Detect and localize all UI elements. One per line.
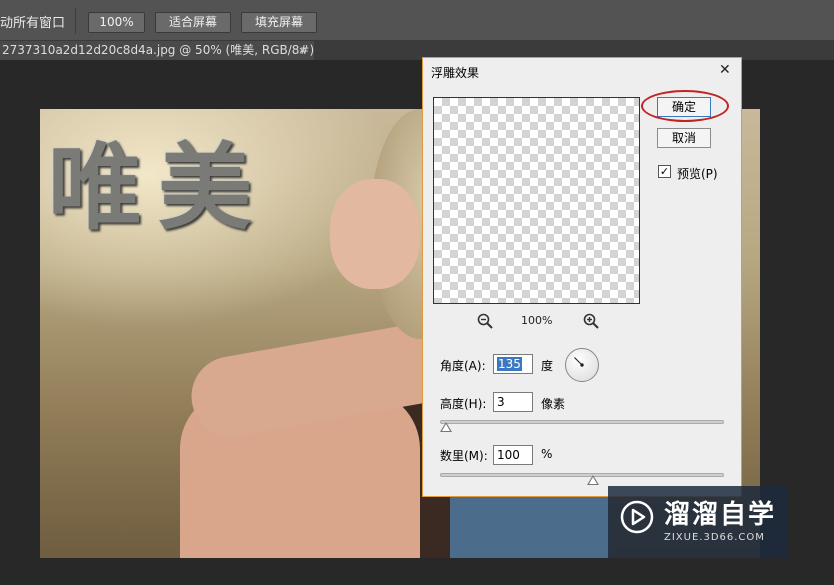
height-value: 3 [497, 395, 505, 409]
cancel-button[interactable]: 取消 [657, 128, 711, 148]
zoom-out-icon[interactable] [477, 313, 493, 329]
preview-checkbox[interactable]: ✓ [658, 165, 671, 178]
angle-label: 角度(A): [440, 359, 486, 373]
height-unit: 像素 [541, 397, 566, 411]
toolbar-divider [75, 8, 76, 34]
emboss-dialog: 浮雕效果 ✕ 100% 确定 取消 ✓ 预览(P) 角度(A): 135 度 高… [422, 57, 742, 497]
options-toolbar: 动所有窗口 100% 适合屏幕 填充屏幕 [0, 0, 834, 41]
zoom-100-button[interactable]: 100% [88, 12, 145, 33]
height-slider-thumb[interactable] [439, 422, 452, 432]
zoom-in-icon[interactable] [583, 313, 599, 329]
amount-input[interactable]: 100 [493, 445, 533, 465]
document-tab[interactable]: 2737310a2d12d20c8d4a.jpg @ 50% (唯美, RGB/… [0, 41, 314, 60]
angle-unit: 度 [541, 359, 554, 373]
site-watermark: 溜溜自学 ZIXUE.3D66.COM [608, 486, 788, 558]
watermark-url: ZIXUE.3D66.COM [664, 532, 765, 543]
ok-button-highlight-annotation [641, 90, 729, 122]
photo-hand [330, 179, 420, 289]
close-tab-icon[interactable]: × [298, 41, 307, 60]
preview-checkbox-label[interactable]: 预览(P) [677, 165, 718, 182]
amount-label: 数里(M): [440, 449, 488, 463]
fill-screen-button[interactable]: 填充屏幕 [241, 12, 317, 33]
fit-screen-button[interactable]: 适合屏幕 [155, 12, 231, 33]
filter-preview-pane[interactable] [433, 97, 640, 304]
height-input[interactable]: 3 [493, 392, 533, 412]
play-logo-icon [620, 500, 654, 534]
angle-dial[interactable] [565, 348, 599, 382]
arrange-windows-label[interactable]: 动所有窗口 [0, 12, 65, 31]
watermark-title: 溜溜自学 [664, 500, 777, 530]
amount-unit: % [541, 447, 553, 461]
height-label: 高度(H): [440, 397, 487, 411]
document-tab-title: 2737310a2d12d20c8d4a.jpg @ 50% (唯美, RGB/… [2, 43, 314, 57]
angle-value: 135 [497, 357, 522, 371]
preview-zoom-level: 100% [521, 314, 553, 327]
amount-slider-thumb[interactable] [587, 475, 600, 485]
close-icon[interactable]: ✕ [719, 62, 731, 78]
angle-input[interactable]: 135 [493, 354, 533, 374]
dialog-title: 浮雕效果 [431, 66, 480, 80]
height-slider-track[interactable] [440, 420, 724, 424]
amount-value: 100 [497, 448, 520, 462]
embossed-text-layer: 唯美 [48, 133, 269, 243]
amount-slider-track[interactable] [440, 473, 724, 477]
